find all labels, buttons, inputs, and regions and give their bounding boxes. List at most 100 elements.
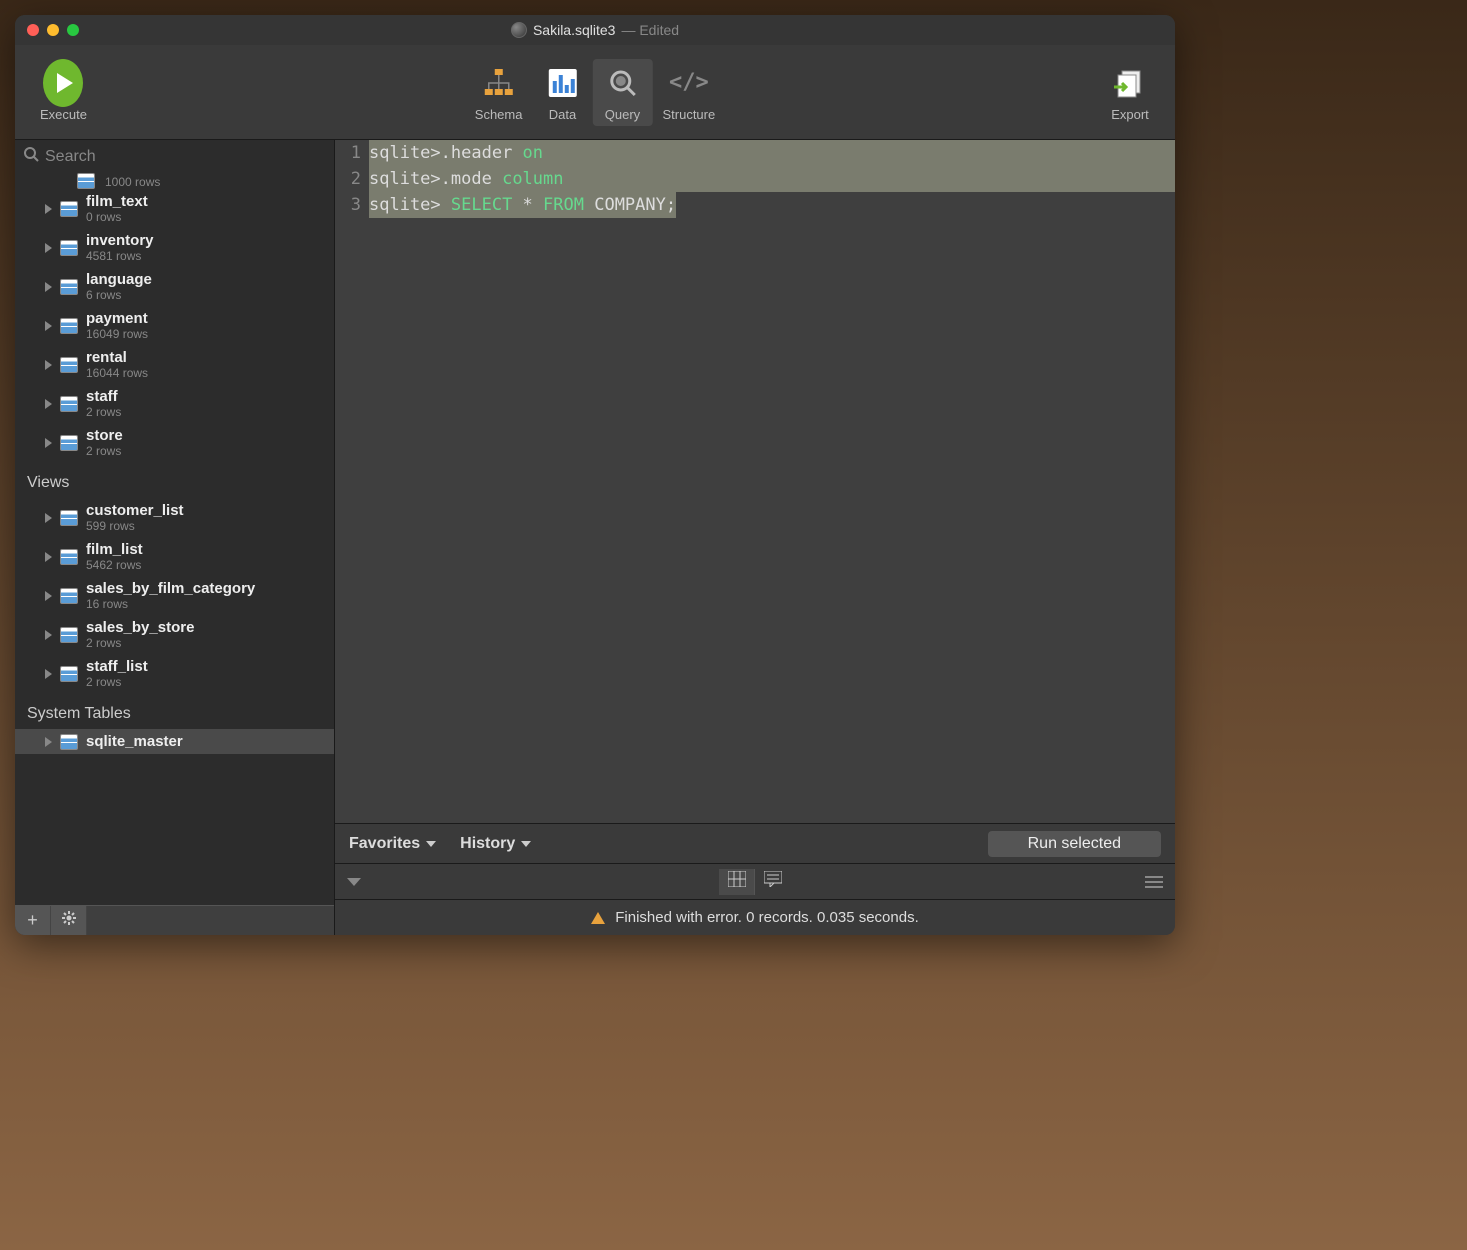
- table-icon: [60, 734, 78, 750]
- disclosure-icon[interactable]: [45, 321, 52, 331]
- row-count: 4581 rows: [86, 249, 154, 263]
- search-icon: [23, 146, 39, 167]
- line-number: 1: [335, 140, 369, 166]
- sidebar-item-payment[interactable]: payment16049 rows: [15, 306, 334, 345]
- structure-icon: </>: [669, 63, 709, 103]
- hamburger-icon: [1145, 876, 1163, 878]
- grid-view-button[interactable]: [719, 869, 755, 895]
- table-icon: [60, 240, 78, 256]
- sidebar-item-staff[interactable]: staff2 rows: [15, 384, 334, 423]
- table-icon: [60, 627, 78, 643]
- add-button[interactable]: +: [15, 906, 51, 935]
- row-count: 2 rows: [86, 444, 123, 458]
- table-icon: [60, 279, 78, 295]
- sidebar-item-rental[interactable]: rental16044 rows: [15, 345, 334, 384]
- schema-label: Schema: [475, 107, 523, 122]
- disclosure-icon[interactable]: [45, 438, 52, 448]
- item-name: staff: [86, 388, 121, 405]
- row-count: 5462 rows: [86, 558, 143, 572]
- window-controls: [27, 24, 79, 36]
- disclosure-icon[interactable]: [45, 669, 52, 679]
- query-tab[interactable]: Query: [592, 59, 652, 126]
- sidebar-item-customer-list[interactable]: customer_list599 rows: [15, 498, 334, 537]
- disclosure-icon[interactable]: [45, 552, 52, 562]
- data-label: Data: [549, 107, 576, 122]
- app-icon: [511, 22, 527, 38]
- item-name: film_list: [86, 541, 143, 558]
- sidebar-item-film-list[interactable]: film_list5462 rows: [15, 537, 334, 576]
- schema-tab[interactable]: Schema: [465, 59, 533, 126]
- titlebar: Sakila.sqlite3 — Edited: [15, 15, 1175, 45]
- query-editor[interactable]: 1 sqlite>.header on 2 sqlite>.mode colum…: [335, 140, 1175, 823]
- table-row-partial[interactable]: 1000 rows: [15, 173, 334, 189]
- text-view-button[interactable]: [755, 869, 791, 895]
- history-dropdown[interactable]: History: [460, 835, 531, 853]
- sidebar-item-store[interactable]: store2 rows: [15, 423, 334, 462]
- sidebar-item-sales-by-store[interactable]: sales_by_store2 rows: [15, 615, 334, 654]
- sidebar-item-film-text[interactable]: film_text0 rows: [15, 189, 334, 228]
- item-name: customer_list: [86, 502, 184, 519]
- export-label: Export: [1111, 107, 1149, 122]
- row-count: 2 rows: [86, 405, 121, 419]
- toolbar: Execute Schema Data Query: [15, 45, 1175, 140]
- grid-icon: [728, 871, 746, 892]
- table-icon: [60, 435, 78, 451]
- sidebar-footer: +: [15, 905, 334, 935]
- sidebar-item-sales-by-film-category[interactable]: sales_by_film_category16 rows: [15, 576, 334, 615]
- table-icon: [60, 201, 78, 217]
- sidebar-item-staff-list[interactable]: staff_list2 rows: [15, 654, 334, 693]
- row-count: 2 rows: [86, 636, 194, 650]
- item-name: rental: [86, 349, 148, 366]
- execute-label: Execute: [40, 107, 87, 122]
- run-selected-button[interactable]: Run selected: [988, 831, 1161, 857]
- sidebar-item-sqlite-master[interactable]: sqlite_master: [15, 729, 334, 754]
- disclosure-icon[interactable]: [45, 399, 52, 409]
- item-name: store: [86, 427, 123, 444]
- minimize-button[interactable]: [47, 24, 59, 36]
- favorites-dropdown[interactable]: Favorites: [349, 835, 436, 853]
- gear-icon: [61, 910, 77, 931]
- play-icon: [43, 59, 83, 107]
- data-tab[interactable]: Data: [532, 59, 592, 126]
- execute-button[interactable]: Execute: [30, 59, 97, 126]
- app-window: Sakila.sqlite3 — Edited Execute Schema D: [15, 15, 1175, 935]
- table-icon: [60, 666, 78, 682]
- disclosure-icon[interactable]: [45, 591, 52, 601]
- title-edited: — Edited: [621, 22, 679, 38]
- run-selected-label: Run selected: [1028, 835, 1121, 852]
- disclosure-icon[interactable]: [45, 204, 52, 214]
- table-icon: [77, 173, 95, 189]
- structure-tab[interactable]: </> Structure: [652, 59, 725, 126]
- table-icon: [60, 396, 78, 412]
- window-title: Sakila.sqlite3 — Edited: [511, 22, 679, 38]
- line-number: 3: [335, 192, 369, 218]
- plus-icon: +: [27, 910, 38, 931]
- sidebar-tree[interactable]: 1000 rows film_text0 rows inventory4581 …: [15, 173, 334, 905]
- item-name: film_text: [86, 193, 148, 210]
- close-button[interactable]: [27, 24, 39, 36]
- sidebar-item-inventory[interactable]: inventory4581 rows: [15, 228, 334, 267]
- sidebar-item-language[interactable]: language6 rows: [15, 267, 334, 306]
- maximize-button[interactable]: [67, 24, 79, 36]
- row-count: 599 rows: [86, 519, 184, 533]
- disclosure-icon[interactable]: [45, 630, 52, 640]
- export-button[interactable]: Export: [1100, 59, 1160, 126]
- search-input[interactable]: [45, 148, 326, 166]
- disclosure-icon[interactable]: [45, 282, 52, 292]
- disclosure-icon[interactable]: [45, 513, 52, 523]
- favorites-label: Favorites: [349, 835, 420, 853]
- row-count: 16 rows: [86, 597, 255, 611]
- schema-icon: [479, 63, 519, 103]
- disclosure-icon[interactable]: [45, 360, 52, 370]
- item-name: sqlite_master: [86, 733, 183, 750]
- settings-button[interactable]: [51, 906, 87, 935]
- title-text: Sakila.sqlite3: [533, 22, 616, 38]
- expand-icon[interactable]: [347, 878, 361, 886]
- item-name: inventory: [86, 232, 154, 249]
- editor-line: 3 sqlite> SELECT * FROM COMPANY;: [335, 192, 1175, 218]
- editor-line: 2 sqlite>.mode column: [335, 166, 1175, 192]
- disclosure-icon[interactable]: [45, 737, 52, 747]
- disclosure-icon[interactable]: [45, 243, 52, 253]
- menu-button[interactable]: [1145, 876, 1163, 888]
- row-count: 16049 rows: [86, 327, 148, 341]
